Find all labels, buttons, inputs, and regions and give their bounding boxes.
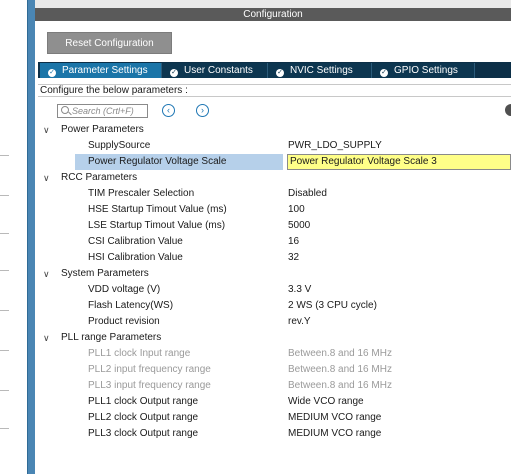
param-row[interactable]: PLL3 clock Output range MEDIUM VCO range: [38, 426, 511, 442]
param-name: PLL1 clock Output range: [88, 396, 199, 407]
param-name: HSE Startup Timout Value (ms): [88, 204, 227, 215]
param-row[interactable]: Flash Latency(WS) 2 WS (3 CPU cycle): [38, 298, 511, 314]
param-value: MEDIUM VCO range: [288, 412, 382, 423]
param-value: PWR_LDO_SUPPLY: [288, 140, 382, 151]
tab-nvic-settings[interactable]: ✓ NVIC Settings: [268, 63, 372, 78]
gutter-tick: [0, 350, 9, 351]
param-name: Flash Latency(WS): [88, 300, 174, 311]
left-gutter: [0, 0, 27, 474]
tab-label: NVIC Settings: [290, 65, 353, 76]
configuration-panel: Configuration Reset Configuration ✓ Param…: [35, 0, 511, 474]
param-name: PLL1 clock Input range: [88, 348, 191, 359]
param-value: Between.8 and 16 MHz: [288, 380, 392, 391]
tab-label: Parameter Settings: [62, 65, 148, 76]
tab-gpio-settings[interactable]: ✓ GPIO Settings: [372, 63, 475, 78]
describe-label: Configure the below parameters :: [38, 84, 511, 97]
param-name: CSI Calibration Value: [88, 236, 183, 247]
gutter-tick: [0, 428, 9, 429]
info-icon[interactable]: [505, 104, 511, 116]
tab-user-constants[interactable]: ✓ User Constants: [162, 63, 268, 78]
tab-label: User Constants: [184, 65, 253, 76]
param-value: Disabled: [288, 188, 327, 199]
param-value: Between.8 and 16 MHz: [288, 348, 392, 359]
param-row[interactable]: PLL2 clock Output range MEDIUM VCO range: [38, 410, 511, 426]
chevron-down-icon[interactable]: ∨: [43, 170, 50, 186]
param-name: PLL2 clock Output range: [88, 412, 199, 423]
param-row-disabled: PLL3 input frequency range Between.8 and…: [38, 378, 511, 394]
param-value: 32: [288, 252, 300, 263]
reset-configuration-button[interactable]: Reset Configuration: [47, 32, 172, 54]
check-circle-icon: ✓: [380, 69, 388, 77]
param-row[interactable]: SupplySource PWR_LDO_SUPPLY: [38, 138, 511, 154]
param-value: Between.8 and 16 MHz: [288, 364, 392, 375]
group-label: RCC Parameters: [61, 172, 138, 183]
tab-parameter-settings[interactable]: ✓ Parameter Settings: [40, 63, 162, 78]
chevron-down-icon[interactable]: ∨: [43, 122, 50, 138]
chevron-left-icon[interactable]: ‹: [162, 104, 175, 117]
param-name: LSE Startup Timout Value (ms): [88, 220, 226, 231]
tab-bar: ✓ Parameter Settings ✓ User Constants ✓ NVI…: [38, 62, 511, 78]
param-name: PLL3 clock Output range: [88, 428, 199, 439]
chevron-right-icon[interactable]: ›: [196, 104, 209, 117]
param-name: Power Regulator Voltage Scale: [88, 156, 227, 167]
param-row-disabled: PLL2 input frequency range Between.8 and…: [38, 362, 511, 378]
gutter-tick: [0, 155, 9, 156]
param-value: 2 WS (3 CPU cycle): [288, 300, 377, 311]
tab-label: GPIO Settings: [394, 65, 458, 76]
check-circle-icon: ✓: [276, 69, 284, 77]
gutter-tick: [0, 195, 9, 196]
param-row[interactable]: HSE Startup Timout Value (ms) 100: [38, 202, 511, 218]
tree-group-power[interactable]: ∨ Power Parameters: [38, 122, 511, 138]
tree-group-rcc[interactable]: ∨ RCC Parameters: [38, 170, 511, 186]
chevron-down-icon[interactable]: ∨: [43, 330, 50, 346]
search-placeholder: Search (Crtl+F): [72, 106, 134, 116]
param-value: MEDIUM VCO range: [288, 428, 382, 439]
param-name: PLL3 input frequency range: [88, 380, 211, 391]
panel-title: Configuration: [35, 8, 511, 21]
check-circle-icon: ✓: [170, 69, 178, 77]
param-row[interactable]: VDD voltage (V) 3.3 V: [38, 282, 511, 298]
param-value: Wide VCO range: [288, 396, 364, 407]
gutter-tick: [0, 310, 9, 311]
param-value: 16: [288, 236, 300, 247]
param-row[interactable]: LSE Startup Timout Value (ms) 5000: [38, 218, 511, 234]
check-circle-icon: ✓: [48, 69, 56, 77]
param-name: PLL2 input frequency range: [88, 364, 211, 375]
panel-splitter[interactable]: [27, 0, 35, 474]
param-value: rev.Y: [288, 316, 311, 327]
gutter-tick: [0, 233, 9, 234]
param-name: SupplySource: [88, 140, 151, 151]
parameter-tree: ∨ Power Parameters SupplySource PWR_LDO_…: [38, 122, 511, 442]
search-input[interactable]: Search (Crtl+F): [57, 104, 148, 118]
param-name: HSI Calibration Value: [88, 252, 183, 263]
param-name: VDD voltage (V): [88, 284, 161, 295]
param-row[interactable]: TIM Prescaler Selection Disabled: [38, 186, 511, 202]
param-value: 100: [288, 204, 305, 215]
gutter-tick: [0, 390, 9, 391]
param-value-dropdown[interactable]: Power Regulator Voltage Scale 3: [287, 154, 511, 170]
param-row[interactable]: Product revision rev.Y: [38, 314, 511, 330]
search-icon: [61, 106, 69, 114]
param-row-disabled: PLL1 clock Input range Between.8 and 16 …: [38, 346, 511, 362]
param-value: 5000: [288, 220, 311, 231]
gutter-tick: [0, 270, 9, 271]
group-label: System Parameters: [61, 268, 149, 279]
title-strip: [35, 0, 511, 8]
param-row[interactable]: CSI Calibration Value 16: [38, 234, 511, 250]
group-label: Power Parameters: [61, 124, 144, 135]
group-label: PLL range Parameters: [61, 332, 162, 343]
param-value: 3.3 V: [288, 284, 312, 295]
param-row-selected[interactable]: Power Regulator Voltage Scale Power Regu…: [38, 154, 511, 170]
tree-group-pll[interactable]: ∨ PLL range Parameters: [38, 330, 511, 346]
chevron-down-icon[interactable]: ∨: [43, 266, 50, 282]
tree-group-system[interactable]: ∨ System Parameters: [38, 266, 511, 282]
param-row[interactable]: HSI Calibration Value 32: [38, 250, 511, 266]
param-row[interactable]: PLL1 clock Output range Wide VCO range: [38, 394, 511, 410]
param-name: Product revision: [88, 316, 160, 327]
param-name: TIM Prescaler Selection: [88, 188, 195, 199]
